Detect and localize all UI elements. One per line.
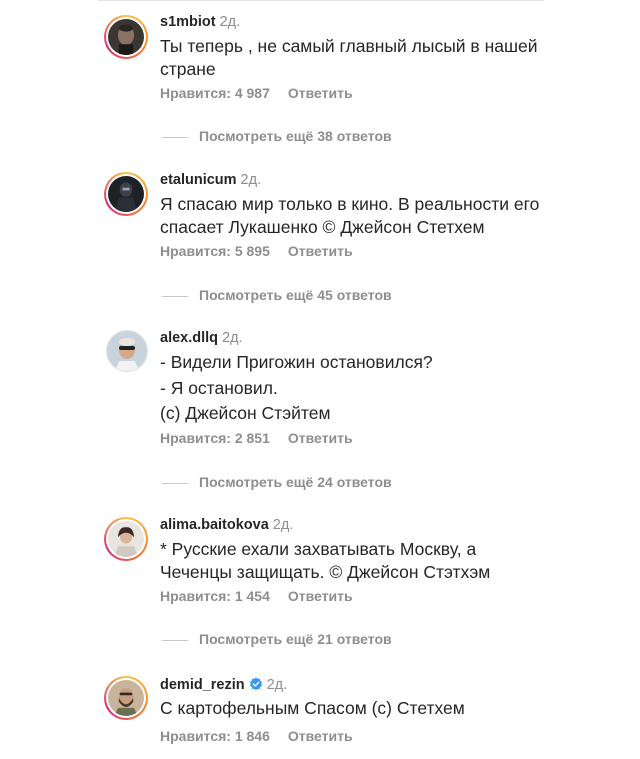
comment-actions: Нравится: 5 895 Ответить: [160, 243, 353, 259]
timestamp: 2д.: [272, 517, 294, 533]
timestamp: 2д.: [219, 14, 241, 30]
timestamp: 2д.: [240, 172, 262, 188]
comment-text: - Видели Пригожин остановился? - Я остан…: [160, 350, 560, 427]
replies-divider: [162, 136, 188, 138]
likes-count[interactable]: Нравится: 1 846: [160, 728, 270, 744]
comment-text: * Русские ехали захватывать Москву, а Че…: [160, 538, 560, 584]
avatar: [108, 680, 144, 716]
likes-count[interactable]: Нравится: 1 454: [160, 588, 270, 604]
comment-meta: demid_rezin 2д.: [160, 676, 287, 694]
username-link[interactable]: alima.baitokova: [160, 517, 269, 533]
username-link[interactable]: demid_rezin: [160, 677, 245, 693]
comment-text-line: - Я остановил.: [160, 377, 278, 398]
comment-actions: Нравится: 1 454 Ответить: [160, 588, 353, 604]
replies-divider: [162, 482, 188, 484]
comment-meta: alex.dllq 2д.: [160, 329, 243, 347]
timestamp: 2д.: [266, 677, 288, 693]
comment-text-line: С картофельным Спасом (с) Стетхем: [160, 698, 465, 718]
comment-actions: Нравится: 4 987 Ответить: [160, 85, 353, 101]
comments-page: s1mbiot 2д. Ты теперь , не самый главный …: [0, 0, 640, 759]
reply-button[interactable]: Ответить: [288, 243, 353, 259]
view-replies-label: Посмотреть ещё 21 ответов: [199, 631, 392, 647]
comment-meta: etalunicum 2д.: [160, 171, 261, 189]
comment-text-line: спасает Лукашенко © Джейсон Стетхем: [160, 217, 485, 237]
username-link[interactable]: alex.dllq: [160, 330, 218, 346]
comment-meta: s1mbiot 2д.: [160, 13, 240, 31]
comment-actions: Нравится: 1 846 Ответить: [160, 728, 353, 744]
comment-text-line: Ты теперь , не самый главный лысый в наш…: [160, 36, 538, 56]
reply-button[interactable]: Ответить: [288, 85, 353, 101]
reply-button[interactable]: Ответить: [288, 430, 353, 446]
view-replies-label: Посмотреть ещё 38 ответов: [199, 128, 392, 144]
comment-text: Ты теперь , не самый главный лысый в наш…: [160, 35, 560, 81]
comment-text: С картофельным Спасом (с) Стетхем: [160, 697, 560, 720]
view-replies-button[interactable]: Посмотреть ещё 38 ответов: [162, 128, 392, 144]
avatar: [108, 176, 144, 212]
comment-text-line: (с) Джейсон Стэйтем: [160, 403, 331, 423]
avatar-story-ring[interactable]: [104, 172, 148, 216]
top-divider: [98, 0, 544, 1]
view-replies-label: Посмотреть ещё 24 ответов: [199, 474, 392, 490]
replies-divider: [162, 295, 188, 297]
avatar: [107, 331, 147, 371]
view-replies-button[interactable]: Посмотреть ещё 45 ответов: [162, 287, 392, 303]
comment-meta: alima.baitokova 2д.: [160, 516, 293, 534]
timestamp: 2д.: [222, 330, 243, 346]
reply-button[interactable]: Ответить: [288, 728, 353, 744]
view-replies-button[interactable]: Посмотреть ещё 24 ответов: [162, 474, 392, 490]
reply-button[interactable]: Ответить: [288, 588, 353, 604]
avatar-story-ring[interactable]: [104, 15, 148, 59]
avatar-wrap[interactable]: [106, 330, 148, 372]
comment-text-line: * Русские ехали захватывать Москву, а: [160, 539, 477, 559]
verified-badge-icon: [249, 677, 262, 691]
comment-actions: Нравится: 2 851 Ответить: [160, 430, 353, 446]
comment-text-line: Я спасаю мир только в кино. В реальности…: [160, 194, 540, 214]
likes-count[interactable]: Нравится: 5 895: [160, 243, 270, 259]
replies-divider: [162, 639, 188, 641]
likes-count[interactable]: Нравится: 2 851: [160, 430, 270, 446]
username-link[interactable]: etalunicum: [160, 172, 237, 188]
avatar-story-ring[interactable]: [104, 676, 148, 720]
avatar-story-ring[interactable]: [104, 517, 148, 561]
comment-text-line: Чеченцы защищать. © Джейсон Стэтхэм: [160, 562, 491, 582]
view-replies-button[interactable]: Посмотреть ещё 21 ответов: [162, 631, 392, 647]
view-replies-label: Посмотреть ещё 45 ответов: [199, 287, 392, 303]
username-link[interactable]: s1mbiot: [160, 14, 216, 30]
comment-text-line: - Видели Пригожин остановился?: [160, 352, 433, 372]
avatar: [108, 521, 144, 557]
avatar: [108, 19, 144, 55]
comment-text-line: стране: [160, 59, 216, 79]
comment-text: Я спасаю мир только в кино. В реальности…: [160, 193, 560, 239]
likes-count[interactable]: Нравится: 4 987: [160, 85, 270, 101]
